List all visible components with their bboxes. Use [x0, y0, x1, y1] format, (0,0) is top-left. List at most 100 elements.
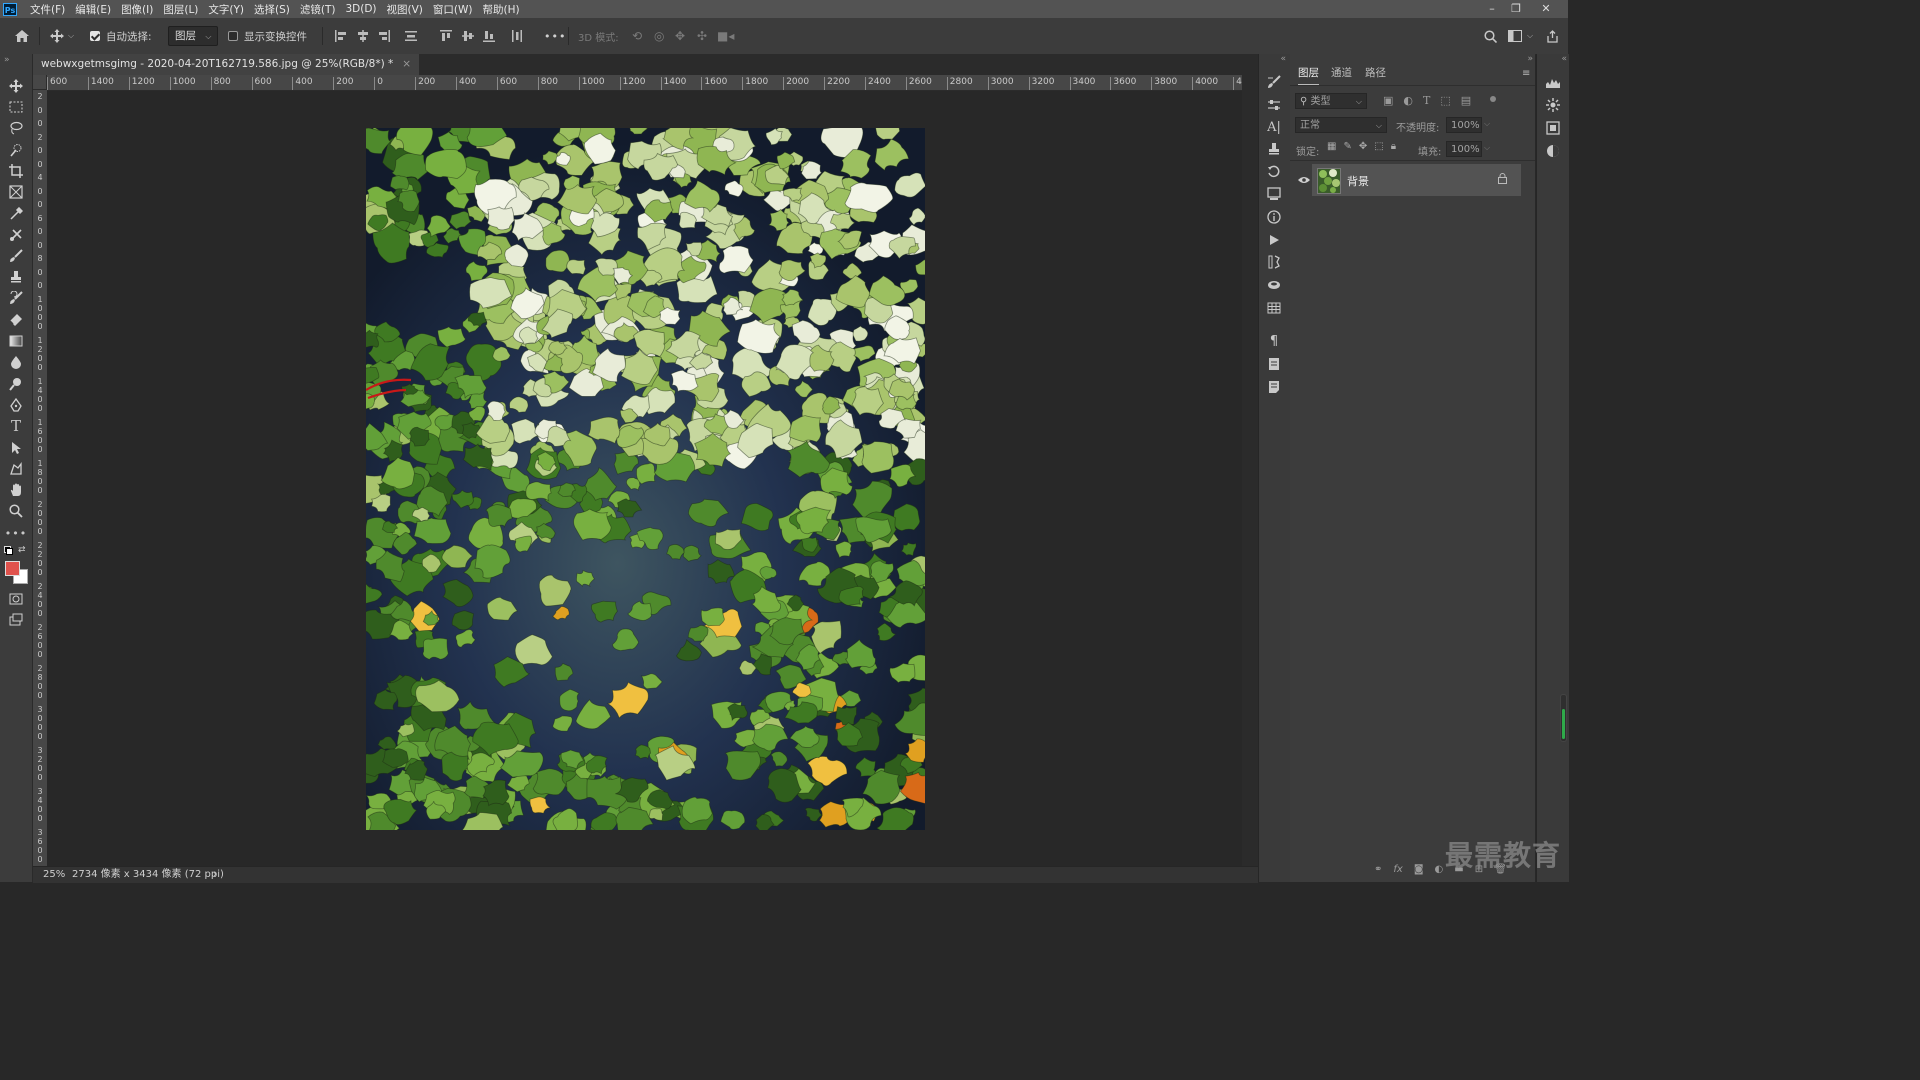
move-tool-preset[interactable]: ⌵	[50, 18, 74, 54]
document-tab[interactable]: webwxgetmsgimg - 2020-04-20T162719.586.j…	[33, 54, 420, 75]
share-button[interactable]	[1546, 18, 1559, 54]
3d-orbit-icon[interactable]: ⟲	[632, 18, 642, 54]
menu-3d[interactable]: 3D(D)	[340, 3, 381, 15]
brush-tool[interactable]	[4, 246, 28, 266]
frame-tool[interactable]	[4, 182, 28, 202]
ruler-origin[interactable]	[33, 75, 47, 90]
align-right-button[interactable]	[378, 18, 390, 54]
eyedropper-tool[interactable]	[4, 204, 28, 224]
filter-pixel-icon[interactable]: ▣	[1383, 94, 1393, 107]
expand-panel-icon[interactable]: »	[1527, 54, 1533, 64]
show-transform-checkbox[interactable]	[228, 18, 238, 54]
filter-shape-icon[interactable]: ⬚	[1440, 94, 1450, 107]
align-hcenter-button[interactable]	[357, 18, 369, 54]
tool-presets-icon[interactable]	[1265, 254, 1283, 270]
horizontal-ruler[interactable]: 600 1400 1200 1000 800 600 400 200 0 200 400 600 800…	[47, 75, 1242, 91]
panel-menu-icon[interactable]: ≡	[1522, 68, 1530, 79]
quick-mask-button[interactable]	[4, 589, 28, 609]
home-button[interactable]	[14, 18, 30, 54]
hand-tool[interactable]	[4, 480, 28, 500]
paragraph-icon[interactable]: ¶	[1265, 333, 1283, 349]
history-brush-tool[interactable]	[4, 288, 28, 308]
timeline-grid-icon[interactable]	[1265, 300, 1283, 316]
align-vcenter-button[interactable]	[462, 18, 474, 54]
info-icon[interactable]	[1265, 209, 1283, 225]
libraries-icon[interactable]	[1544, 120, 1562, 136]
auto-select-target-value[interactable]: 图层 ⌵	[168, 26, 219, 46]
align-top-button[interactable]	[440, 18, 452, 54]
collapse-toolbar-icon[interactable]: »	[4, 55, 10, 65]
auto-select-check[interactable]	[90, 31, 100, 41]
menu-edit[interactable]: 编辑(E)	[70, 2, 116, 17]
shape-tool[interactable]	[4, 459, 28, 479]
actions-play-icon[interactable]	[1265, 232, 1283, 248]
color-wheel-icon[interactable]	[1544, 97, 1562, 113]
blend-mode-dropdown[interactable]: 正常 ⌵	[1295, 117, 1387, 133]
document-image[interactable]	[366, 128, 925, 830]
screen-mode-button[interactable]	[4, 610, 28, 630]
show-transform-check[interactable]	[228, 31, 238, 41]
pen-tool[interactable]	[4, 395, 28, 415]
workspace-button[interactable]: ⌵	[1508, 18, 1533, 54]
distribute-vertical-button[interactable]	[405, 18, 417, 54]
marquee-tool[interactable]	[4, 97, 28, 117]
layer-row-background[interactable]: 背景	[1312, 164, 1521, 196]
swap-colors-icon[interactable]: ⇄	[18, 545, 26, 555]
history-icon[interactable]	[1265, 164, 1283, 180]
clone-source-icon[interactable]	[1265, 141, 1283, 157]
adjustments-icon[interactable]	[1265, 97, 1283, 113]
eraser-tool[interactable]	[4, 310, 28, 330]
canvas-area[interactable]	[47, 91, 1242, 866]
menu-view[interactable]: 视图(V)	[382, 2, 428, 17]
3d-roll-icon[interactable]: ◎	[654, 18, 664, 54]
type-tool[interactable]: T	[4, 416, 28, 436]
auto-select-target-dropdown[interactable]: 图层 ⌵	[168, 18, 219, 54]
lock-transparent-icon[interactable]: ▦	[1327, 141, 1336, 152]
notes-icon[interactable]	[1265, 379, 1283, 395]
3d-camera-icon[interactable]: ■◂	[717, 18, 734, 54]
filter-adjustment-icon[interactable]: ◐	[1403, 94, 1413, 107]
filter-toggle-icon[interactable]	[1490, 96, 1496, 102]
spot-healing-tool[interactable]	[4, 225, 28, 245]
auto-select-checkbox[interactable]	[90, 18, 100, 54]
close-tab-icon[interactable]: ×	[402, 54, 411, 75]
character-panel-icon[interactable]: A|	[1265, 119, 1283, 135]
search-button[interactable]	[1484, 18, 1497, 54]
gradient-tool[interactable]	[4, 331, 28, 351]
brush-settings-icon[interactable]	[1265, 74, 1283, 90]
histogram-icon[interactable]	[1544, 74, 1562, 90]
tab-paths[interactable]: 路径	[1365, 66, 1386, 84]
dodge-tool[interactable]	[4, 374, 28, 394]
layer-filter-dropdown[interactable]: ⚲ 类型 ⌵	[1295, 93, 1367, 109]
tab-layers[interactable]: 图层	[1298, 66, 1319, 85]
layer-visibility-eye-icon[interactable]	[1298, 174, 1310, 187]
vertical-ruler[interactable]: 2 0 0 2 0 0 4 0 0 6 0 0 8 0 0 1000 1200 1400 1600 1800 2000 2…	[33, 90, 48, 866]
layer-name[interactable]: 背景	[1347, 173, 1369, 189]
minimize-button[interactable]: –	[1480, 0, 1504, 18]
tab-channels[interactable]: 通道	[1331, 66, 1352, 84]
lock-artboard-icon[interactable]: ⬚	[1374, 141, 1383, 152]
clone-stamp-tool[interactable]	[4, 267, 28, 287]
close-window-button[interactable]: ✕	[1534, 0, 1558, 18]
lock-pixels-icon[interactable]: ✎	[1343, 141, 1351, 152]
align-bottom-button[interactable]	[483, 18, 495, 54]
styles-icon[interactable]	[1544, 143, 1562, 159]
new-adjustment-layer-icon[interactable]: ◐	[1435, 864, 1444, 875]
vertical-scrollbar[interactable]	[1242, 75, 1258, 866]
paragraph-styles-icon[interactable]	[1265, 356, 1283, 372]
more-options-button[interactable]: •••	[544, 18, 566, 54]
scroll-thumb[interactable]	[1560, 694, 1567, 742]
3d-pan-icon[interactable]: ✥	[675, 18, 685, 54]
quick-selection-tool[interactable]	[4, 140, 28, 160]
info-arrow-icon[interactable]: ›	[213, 867, 217, 883]
opacity-slider-icon[interactable]: ⌵	[1484, 119, 1490, 129]
fill-input[interactable]: 100%	[1446, 141, 1482, 157]
menu-file[interactable]: 文件(F)	[25, 2, 70, 17]
menu-image[interactable]: 图像(I)	[116, 2, 158, 17]
menu-select[interactable]: 选择(S)	[249, 2, 295, 17]
crop-tool[interactable]	[4, 161, 28, 181]
distribute-horizontal-button[interactable]	[511, 18, 523, 54]
filter-type-icon[interactable]: T	[1423, 94, 1430, 107]
collapse-panels-icon[interactable]: «	[1280, 54, 1286, 64]
collapse-strip-icon[interactable]: «	[1561, 54, 1567, 64]
